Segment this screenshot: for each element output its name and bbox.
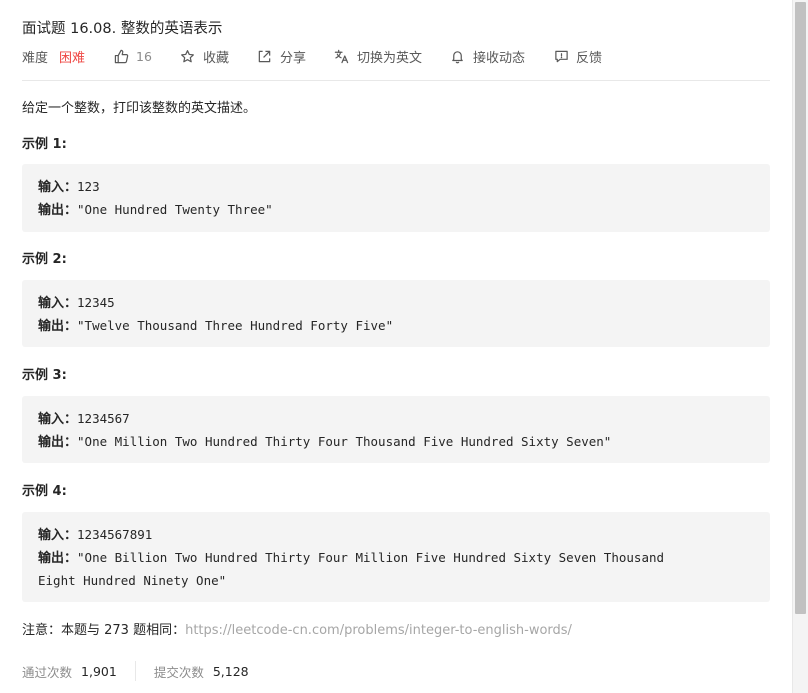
share-icon [257, 48, 273, 64]
output-label: 输出： [38, 435, 78, 450]
favorite-label: 收藏 [202, 50, 229, 66]
example-title: 示例 4: [22, 484, 67, 499]
example-input-line: 输入：12345 [38, 293, 754, 316]
share-label: 分享 [279, 50, 306, 66]
example-box: 输入：1234567891 输出："One Billion Two Hundre… [22, 512, 770, 602]
input-label: 输入： [38, 528, 78, 543]
example-output-continuation: Eight Hundred Ninety One" [38, 573, 227, 588]
header-divider [22, 80, 770, 81]
example-input: 123 [77, 179, 100, 194]
example-title: 示例 3: [22, 368, 67, 383]
vertical-scrollbar[interactable] [792, 0, 808, 693]
example-output-line: 输出："Twelve Thousand Three Hundred Forty … [38, 316, 754, 339]
example-title: 示例 2: [22, 252, 67, 267]
switch-language-button[interactable]: 切换为英文 [334, 47, 422, 66]
problem-toolbar: 难度 困难 16 收藏 分享 切换为英文 接收动态 反馈 [22, 47, 630, 66]
problem-description: 给定一个整数，打印该整数的英文描述。 [22, 101, 257, 116]
bell-icon [450, 48, 466, 64]
thumbs-up-icon [113, 48, 129, 64]
example-input-line: 输入：1234567891 [38, 525, 754, 548]
output-label: 输出： [38, 203, 78, 218]
example-input: 1234567891 [77, 527, 153, 542]
example-input-line: 输入：123 [38, 177, 754, 200]
subscribe-label: 接收动态 [472, 50, 525, 66]
example-title: 示例 1: [22, 137, 67, 152]
example-output-line: 输出："One Billion Two Hundred Thirty Four … [38, 548, 754, 571]
input-label: 输入： [38, 180, 78, 195]
output-label: 输出： [38, 551, 78, 566]
share-button[interactable]: 分享 [257, 47, 306, 66]
example-box: 输入：1234567 输出："One Million Two Hundred T… [22, 396, 770, 463]
example-box: 输入：12345 输出："Twelve Thousand Three Hundr… [22, 280, 770, 347]
submissions-count: 5,128 [212, 663, 249, 679]
submission-stats: 通过次数 1,901 提交次数 5,128 [22, 661, 249, 681]
problem-page: 面试题 16.08. 整数的英语表示 难度 困难 16 收藏 分享 切换为英文 … [0, 0, 808, 693]
example-output: "One Million Two Hundred Thirty Four Tho… [77, 434, 612, 449]
example-output: "One Billion Two Hundred Thirty Four Mil… [77, 550, 665, 565]
scrollbar-thumb[interactable] [795, 2, 806, 614]
star-icon [180, 48, 196, 64]
example-input: 12345 [77, 295, 115, 310]
problem-title: 面试题 16.08. 整数的英语表示 [22, 21, 223, 37]
like-button[interactable]: 16 [113, 48, 152, 64]
subscribe-button[interactable]: 接收动态 [450, 47, 525, 66]
note-prefix: 注意：本题与 273 题相同： [22, 623, 186, 638]
favorite-button[interactable]: 收藏 [180, 47, 229, 66]
translate-icon [334, 48, 350, 64]
example-output: "One Hundred Twenty Three" [77, 202, 273, 217]
input-label: 输入： [38, 412, 78, 427]
output-label: 输出： [38, 319, 78, 334]
example-output-line: 输出："One Hundred Twenty Three" [38, 200, 754, 223]
example-output: "Twelve Thousand Three Hundred Forty Fiv… [77, 318, 394, 333]
example-input: 1234567 [77, 411, 130, 426]
switch-language-label: 切换为英文 [356, 50, 422, 66]
feedback-label: 反馈 [576, 50, 603, 66]
accepted-label: 通过次数 [22, 664, 73, 680]
feedback-button[interactable]: 反馈 [553, 47, 602, 66]
note-line: 注意：本题与 273 题相同：https://leetcode-cn.com/p… [22, 619, 572, 638]
like-count: 16 [136, 48, 152, 64]
submissions-label: 提交次数 [153, 664, 204, 680]
accepted-count: 1,901 [81, 663, 117, 679]
difficulty-label: 难度 [22, 50, 49, 66]
example-output-line: 输出："One Million Two Hundred Thirty Four … [38, 432, 754, 455]
stats-divider [134, 661, 136, 681]
difficulty-badge: 困难 [59, 50, 86, 66]
example-box: 输入：123 输出："One Hundred Twenty Three" [22, 164, 770, 232]
related-problem-link[interactable]: https://leetcode-cn.com/problems/integer… [185, 623, 572, 638]
example-input-line: 输入：1234567 [38, 409, 754, 432]
input-label: 输入： [38, 296, 78, 311]
feedback-icon [553, 48, 569, 64]
